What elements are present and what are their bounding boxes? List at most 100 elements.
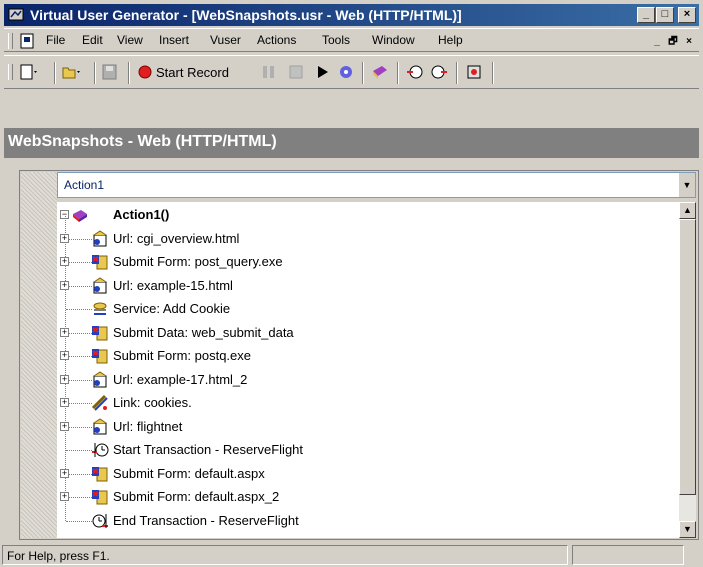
menu-insert[interactable]: Insert — [159, 33, 189, 47]
status-bar: For Help, press F1. — [0, 545, 703, 567]
chevron-down-icon[interactable]: ▼ — [678, 173, 695, 197]
scroll-thumb[interactable] — [679, 219, 696, 495]
tree-item-label: Url: cgi_overview.html — [113, 230, 240, 246]
tree-item-label: Submit Data: web_submit_data — [113, 324, 294, 340]
toolbar-separator — [54, 62, 56, 84]
tree-item-label: Link: cookies. — [113, 395, 192, 410]
submit-form-icon — [92, 466, 108, 481]
menu-tools[interactable]: Tools — [322, 33, 350, 47]
tree-connector — [66, 497, 92, 498]
open-icon[interactable] — [61, 63, 81, 81]
menu-window[interactable]: Window — [372, 33, 415, 47]
expand-icon[interactable]: + — [60, 374, 69, 384]
tree-connector — [66, 450, 92, 451]
tree-connector — [66, 262, 92, 263]
url-icon — [93, 370, 107, 387]
record-icon[interactable] — [136, 63, 156, 81]
mdi-close-button[interactable]: × — [682, 35, 696, 48]
start-record-button[interactable]: Start Record — [156, 65, 229, 80]
expand-icon[interactable]: + — [60, 280, 69, 290]
tree-connector — [66, 285, 92, 287]
expand-icon[interactable]: + — [60, 398, 69, 407]
tree-item-label: Submit Form: post_query.exe — [113, 254, 283, 269]
submit-form-icon — [92, 255, 108, 270]
tree-connector — [66, 379, 92, 381]
script-tree: − Action1() + Url: cgi_overview.html + Subm… — [57, 202, 679, 538]
submit-form-icon — [92, 349, 108, 364]
app-icon — [8, 8, 24, 21]
menu-edit[interactable]: Edit — [82, 33, 103, 47]
new-icon[interactable] — [18, 63, 38, 81]
expand-icon[interactable]: + — [60, 233, 69, 243]
tree-item-label: End Transaction - ReserveFlight — [113, 512, 299, 528]
menu-actions[interactable]: Actions — [257, 33, 296, 47]
tree-connector — [66, 520, 92, 522]
toolbar-separator — [362, 62, 364, 84]
tree-item-label: Url: example-15.html — [113, 277, 233, 293]
vuser-icon[interactable] — [370, 63, 390, 81]
menu-vuser[interactable]: Vuser — [210, 33, 241, 47]
tree-connector — [66, 332, 92, 334]
app-window: Virtual User Generator - [WebSnapshots.u… — [0, 0, 703, 567]
save-icon[interactable] — [100, 63, 120, 81]
menu-view[interactable]: View — [117, 33, 143, 47]
submit-form-icon — [92, 490, 108, 505]
tree-connector — [66, 356, 92, 357]
scroll-down-icon[interactable]: ▼ — [679, 521, 696, 538]
document-icon[interactable] — [18, 32, 36, 50]
menubar-grip[interactable] — [8, 33, 13, 49]
toolbar-separator — [128, 62, 130, 84]
start-transaction-tool-icon[interactable] — [405, 63, 425, 81]
document-header: WebSnapshots - Web (HTTP/HTML) — [4, 128, 699, 158]
toolbar-separator — [456, 62, 458, 84]
expand-icon[interactable]: + — [60, 468, 69, 478]
status-text: For Help, press F1. — [7, 549, 110, 563]
expand-icon[interactable]: + — [60, 492, 69, 501]
status-message: For Help, press F1. — [2, 545, 568, 565]
link-icon — [91, 394, 108, 411]
expand-icon[interactable]: + — [60, 327, 69, 337]
menu-bar: File Edit View Insert Vuser Actions Tool… — [4, 28, 699, 52]
toolbar-separator — [397, 62, 399, 84]
vertical-scrollbar[interactable]: ▲ ▼ — [679, 202, 696, 538]
toolbar-separator — [94, 62, 96, 84]
action-selector-value: Action1 — [64, 178, 105, 192]
mdi-minimize-button[interactable]: _ — [650, 35, 664, 48]
tree-connector — [66, 403, 92, 404]
pause-icon[interactable] — [259, 63, 279, 81]
tree-item-label: Submit Form: default.aspx — [113, 465, 265, 481]
close-button[interactable]: × — [678, 7, 696, 23]
toolbar: Start Record — [4, 55, 699, 89]
minimize-button[interactable]: _ — [637, 7, 655, 23]
maximize-button[interactable]: □ — [656, 7, 674, 23]
tree-connector — [66, 473, 92, 475]
stop-icon[interactable] — [286, 63, 306, 81]
tree-item-label: Submit Form: postq.exe — [113, 348, 251, 363]
toolbar-separator — [492, 62, 494, 84]
title-bar[interactable]: Virtual User Generator - [WebSnapshots.u… — [4, 4, 699, 26]
end-transaction-tool-icon[interactable] — [429, 63, 449, 81]
submit-form-icon — [92, 325, 108, 340]
menu-file[interactable]: File — [46, 33, 65, 47]
action-icon — [73, 210, 87, 222]
expand-icon[interactable]: + — [60, 257, 69, 266]
mdi-restore-button[interactable]: 🗗 — [666, 35, 680, 48]
document-title: WebSnapshots - Web (HTTP/HTML) — [8, 133, 277, 150]
run-icon[interactable] — [313, 63, 333, 81]
expand-icon[interactable]: + — [60, 421, 69, 431]
service-icon — [93, 302, 107, 315]
end-transaction-icon — [92, 513, 108, 528]
menu-help[interactable]: Help — [438, 33, 463, 47]
compile-icon[interactable] — [336, 63, 356, 81]
scroll-up-icon[interactable]: ▲ — [679, 202, 696, 219]
window-title: Virtual User Generator - [WebSnapshots.u… — [30, 7, 462, 23]
url-icon — [93, 229, 107, 246]
tree-connector — [66, 426, 92, 428]
toolbar-grip[interactable] — [8, 64, 13, 80]
action-selector[interactable]: Action1 ▼ — [57, 172, 696, 198]
tree-item-label: Service: Add Cookie — [113, 301, 231, 316]
tree-item-label: Url: example-17.html_2 — [113, 371, 248, 387]
rendezvous-icon[interactable] — [464, 63, 484, 81]
expand-icon[interactable]: + — [60, 351, 69, 360]
url-icon — [93, 276, 107, 293]
